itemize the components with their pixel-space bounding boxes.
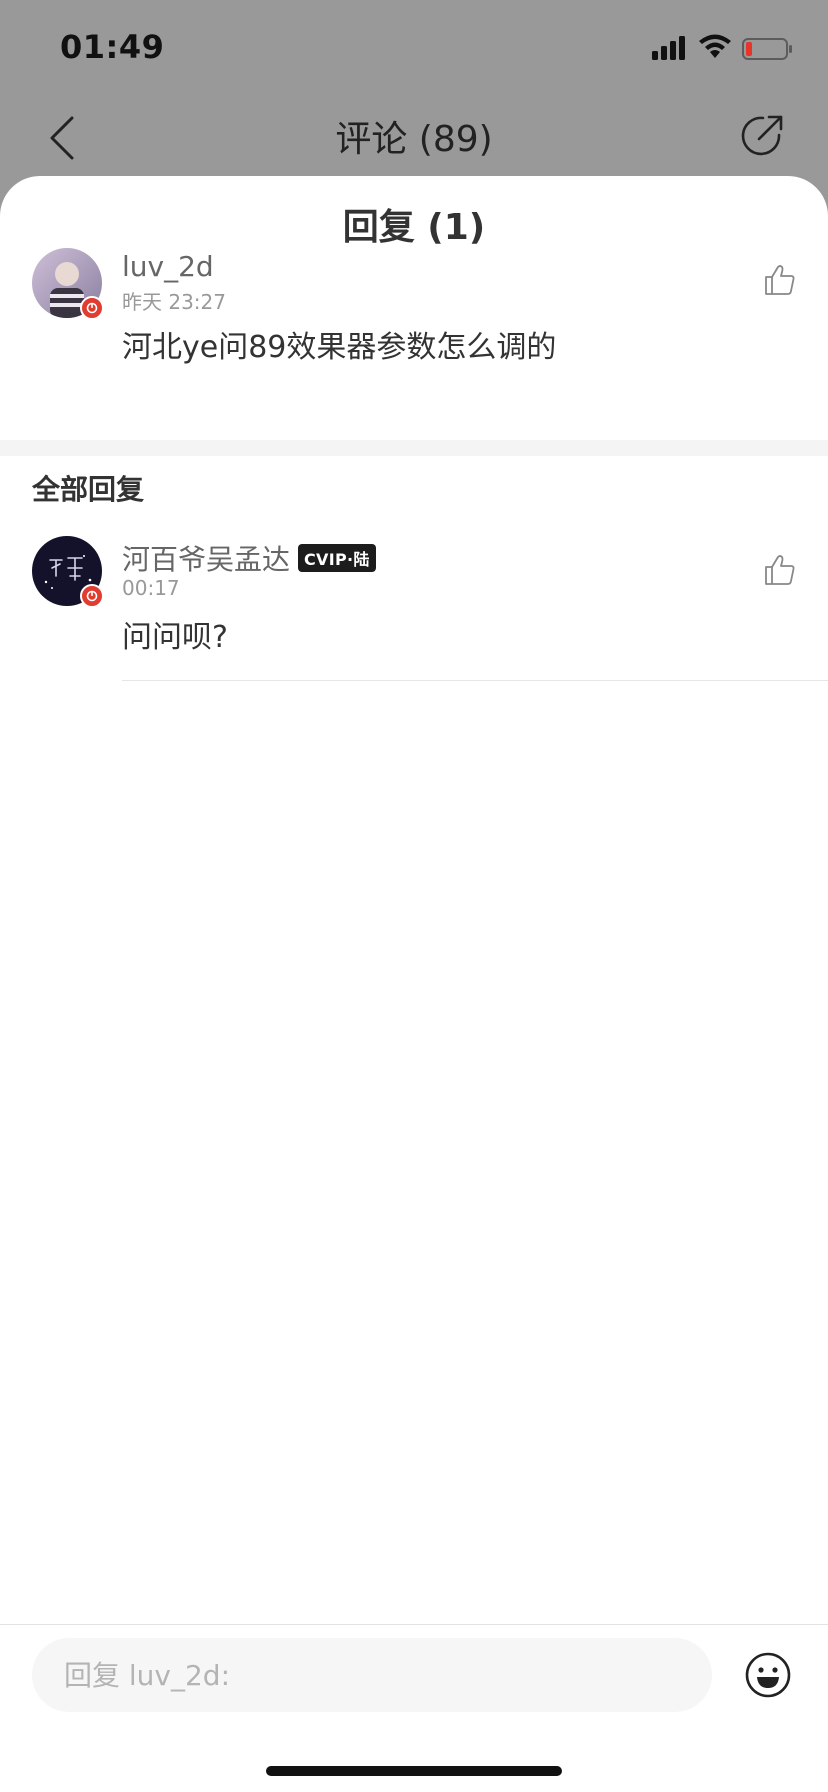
status-time: 01:49 xyxy=(60,28,165,66)
reply-username[interactable]: 河百爷吴孟达 xyxy=(122,543,290,576)
reply-input[interactable] xyxy=(32,1638,712,1712)
share-button[interactable] xyxy=(734,108,790,164)
share-icon xyxy=(741,115,783,156)
like-button[interactable] xyxy=(760,550,800,590)
signal-icon xyxy=(652,36,686,60)
nav-bar: 评论 (89) xyxy=(0,100,828,176)
thumbs-up-icon xyxy=(765,265,795,295)
section-separator xyxy=(0,440,828,456)
vip-badge: CVIP·陆 xyxy=(298,544,376,572)
page-title: 评论 (89) xyxy=(335,119,493,160)
section-title: 全部回复 xyxy=(32,473,145,506)
battery-low-icon xyxy=(742,38,794,60)
reply-bar xyxy=(0,1624,828,1792)
comment-timestamp: 昨天 23:27 xyxy=(122,290,226,314)
reply-content[interactable]: 问问呗? xyxy=(122,612,228,656)
wifi-icon xyxy=(698,34,732,60)
emoji-button[interactable] xyxy=(744,1651,792,1699)
avatar[interactable] xyxy=(32,536,104,608)
emoji-icon xyxy=(745,1652,791,1698)
comment-content[interactable]: 河北ye问89效果器参数怎么调的 xyxy=(122,322,556,366)
reply-timestamp: 00:17 xyxy=(122,576,180,600)
sheet-title: 回复 (1) xyxy=(342,207,486,248)
music-badge-icon xyxy=(80,584,104,608)
music-badge-icon xyxy=(80,296,104,320)
row-divider xyxy=(122,680,828,681)
avatar[interactable] xyxy=(32,248,104,320)
like-button[interactable] xyxy=(760,260,800,300)
thumbs-up-icon xyxy=(765,555,795,585)
reply-username-row: 河百爷吴孟达 CVIP·陆 xyxy=(122,538,376,578)
home-indicator xyxy=(266,1766,562,1776)
reply-sheet: 回复 (1) luv_2d 昨天 23:27 河北ye问89效果器参数怎么调的 … xyxy=(0,176,828,1792)
comment-username[interactable]: luv_2d xyxy=(122,250,214,283)
status-bar: 01:49 xyxy=(0,0,828,100)
